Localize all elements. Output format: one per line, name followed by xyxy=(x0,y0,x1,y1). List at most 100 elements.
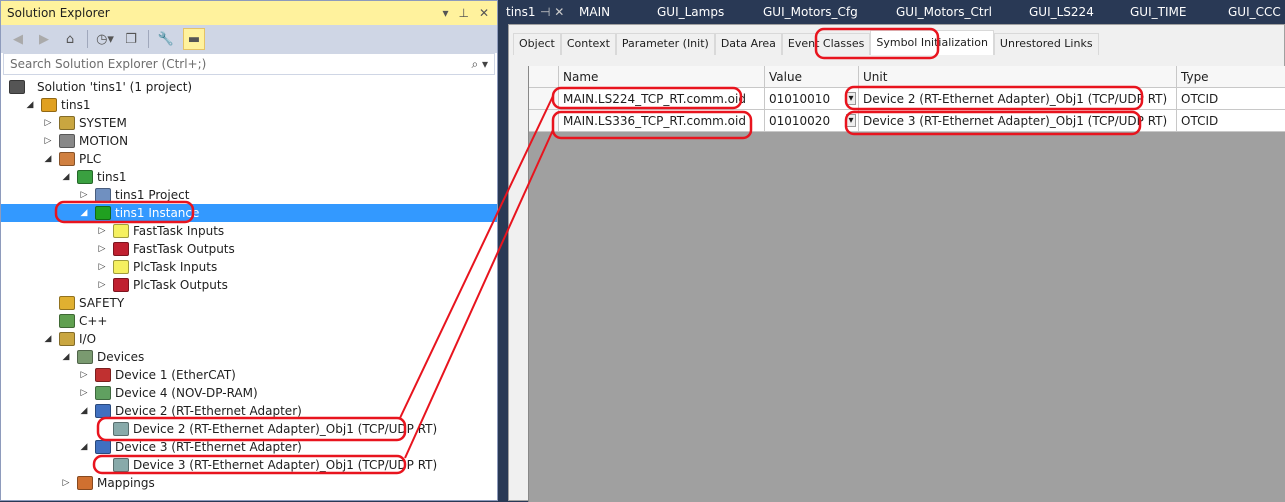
preview-icon[interactable]: ▬ xyxy=(183,28,205,50)
property-tab[interactable]: Symbol Initialization xyxy=(870,30,994,55)
collapse-all-icon[interactable]: ❐ xyxy=(122,30,140,48)
tree-item[interactable]: ▷ Mappings xyxy=(1,474,497,492)
unit-dropdown-icon[interactable]: ▾ xyxy=(846,92,856,105)
tree-item[interactable]: ◢ tins1 xyxy=(1,96,497,114)
tree-item[interactable]: Solution 'tins1' (1 project) xyxy=(1,78,497,96)
tree-item[interactable]: ▷ Device 1 (EtherCAT) xyxy=(1,366,497,384)
document-tab[interactable]: GUI_Lamps xyxy=(657,5,724,19)
tree-item[interactable]: ▷ SYSTEM xyxy=(1,114,497,132)
tree-item-label: Devices xyxy=(97,350,145,364)
unit-dropdown-icon[interactable]: ▾ xyxy=(846,114,856,127)
tree-item[interactable]: ▷ PlcTask Inputs xyxy=(1,258,497,276)
collapsed-arrow-icon[interactable]: ▷ xyxy=(97,244,107,254)
motion-icon xyxy=(59,134,75,148)
tree-item[interactable]: ◢ tins1 xyxy=(1,168,497,186)
plc-project-icon xyxy=(77,170,93,184)
expanded-arrow-icon[interactable]: ◢ xyxy=(43,334,53,344)
tree-item-label: SYSTEM xyxy=(79,116,127,130)
back-icon[interactable]: ◀ xyxy=(9,30,27,48)
document-tab[interactable]: GUI_Motors_Cfg xyxy=(763,5,858,19)
expanded-arrow-icon[interactable]: ◢ xyxy=(79,208,89,218)
search-icon[interactable]: ⌕ ▾ xyxy=(471,57,488,72)
project-icon xyxy=(41,98,57,112)
tree-item-label: Device 3 (RT-Ethernet Adapter)_Obj1 (TCP… xyxy=(133,458,438,472)
pin-icon[interactable]: ⊥ xyxy=(458,6,468,20)
home-icon[interactable]: ⌂ xyxy=(61,30,79,48)
row-header xyxy=(529,66,559,88)
tree-item[interactable]: ◢ tins1 Instance xyxy=(1,204,497,222)
pin-close-icon[interactable]: ⊣ ✕ xyxy=(540,5,564,19)
instance-icon xyxy=(95,206,111,220)
grid-row[interactable]: MAIN.LS336_TCP_RT.comm.oid 01010020 Device… xyxy=(529,110,1285,132)
property-tab[interactable]: Unrestored Links xyxy=(993,33,1099,55)
panel-title: Solution Explorer xyxy=(7,6,110,20)
document-tab[interactable]: GUI_LS224 xyxy=(1029,5,1094,19)
unit-cell[interactable]: Device 3 (RT-Ethernet Adapter)_Obj1 (TCP… xyxy=(859,110,1177,132)
tree-item[interactable]: ▷ tins1 Project xyxy=(1,186,497,204)
collapsed-arrow-icon[interactable]: ▷ xyxy=(79,370,89,380)
devices-icon xyxy=(77,350,93,364)
tree-item[interactable]: ▷ FastTask Inputs xyxy=(1,222,497,240)
document-tab[interactable]: MAIN xyxy=(579,5,610,19)
document-tab[interactable]: GUI_Motors_Ctrl xyxy=(896,5,992,19)
collapsed-arrow-icon[interactable]: ▷ xyxy=(79,388,89,398)
tree-item-label: C++ xyxy=(79,314,108,328)
tree-item-label: I/O xyxy=(79,332,97,346)
property-tab[interactable]: Context xyxy=(560,33,616,55)
type-cell[interactable]: OTCID xyxy=(1177,110,1285,132)
tree-item[interactable]: ◢ I/O xyxy=(1,330,497,348)
expanded-arrow-icon[interactable]: ◢ xyxy=(25,100,35,110)
property-tab[interactable]: Object xyxy=(513,33,561,55)
collapsed-arrow-icon[interactable]: ▷ xyxy=(43,136,53,146)
expanded-arrow-icon[interactable]: ◢ xyxy=(79,406,89,416)
name-cell[interactable]: MAIN.LS224_TCP_RT.comm.oid xyxy=(559,88,765,110)
forward-icon[interactable]: ▶ xyxy=(35,30,53,48)
document-tab[interactable]: GUI_CCC xyxy=(1228,5,1281,19)
grid-row[interactable]: MAIN.LS224_TCP_RT.comm.oid 01010010 Device… xyxy=(529,88,1285,110)
property-tab[interactable]: Parameter (Init) xyxy=(615,33,715,55)
tree-item[interactable]: ◢ Device 3 (RT-Ethernet Adapter) xyxy=(1,438,497,456)
document-tab[interactable]: tins1 xyxy=(506,5,536,19)
properties-icon[interactable]: 🔧 xyxy=(157,30,175,48)
tree-item[interactable]: ◢ Devices xyxy=(1,348,497,366)
collapsed-arrow-icon[interactable]: ▷ xyxy=(61,478,71,488)
tree-item[interactable]: ▷ MOTION xyxy=(1,132,497,150)
collapsed-arrow-icon[interactable]: ▷ xyxy=(79,190,89,200)
outputs-icon xyxy=(113,242,129,256)
expanded-arrow-icon[interactable]: ◢ xyxy=(43,154,53,164)
tree-item[interactable]: ◢ Device 2 (RT-Ethernet Adapter) xyxy=(1,402,497,420)
property-tab[interactable]: Event Classes xyxy=(781,33,871,55)
dropdown-icon[interactable]: ▾ xyxy=(442,6,448,20)
tree-item[interactable]: ▷ Device 4 (NOV-DP-RAM) xyxy=(1,384,497,402)
collapsed-arrow-icon[interactable]: ▷ xyxy=(97,262,107,272)
collapsed-arrow-icon[interactable]: ▷ xyxy=(43,118,53,128)
type-cell[interactable]: OTCID xyxy=(1177,88,1285,110)
property-tab[interactable]: Data Area xyxy=(714,33,782,55)
toolbar: ◀ ▶ ⌂ ◷▾ ❐ 🔧 ▬ xyxy=(1,25,497,53)
expanded-arrow-icon[interactable]: ◢ xyxy=(79,442,89,452)
expanded-arrow-icon[interactable]: ◢ xyxy=(61,172,71,182)
value-cell[interactable]: 01010020 xyxy=(765,110,859,132)
tree-item[interactable]: SAFETY xyxy=(1,294,497,312)
tree-item[interactable]: Device 2 (RT-Ethernet Adapter)_Obj1 (TCP… xyxy=(1,420,497,438)
tree-item[interactable]: C++ xyxy=(1,312,497,330)
value-cell[interactable]: 01010010 xyxy=(765,88,859,110)
search-input[interactable]: Search Solution Explorer (Ctrl+;) ⌕ ▾ xyxy=(3,53,495,75)
tree-item[interactable]: ◢ PLC xyxy=(1,150,497,168)
tree-item[interactable]: ▷ PlcTask Outputs xyxy=(1,276,497,294)
close-icon[interactable]: ✕ xyxy=(479,6,489,20)
safety-icon xyxy=(59,296,75,310)
unit-cell[interactable]: Device 2 (RT-Ethernet Adapter)_Obj1 (TCP… xyxy=(859,88,1177,110)
collapsed-arrow-icon[interactable]: ▷ xyxy=(97,280,107,290)
tree-item[interactable]: Device 3 (RT-Ethernet Adapter)_Obj1 (TCP… xyxy=(1,456,497,474)
outputs-icon xyxy=(113,278,129,292)
name-cell[interactable]: MAIN.LS336_TCP_RT.comm.oid xyxy=(559,110,765,132)
collapsed-arrow-icon[interactable]: ▷ xyxy=(97,226,107,236)
search-placeholder: Search Solution Explorer (Ctrl+;) xyxy=(10,57,207,71)
tree-item-label: FastTask Inputs xyxy=(133,224,225,238)
expanded-arrow-icon[interactable]: ◢ xyxy=(61,352,71,362)
inputs-icon xyxy=(113,224,129,238)
history-icon[interactable]: ◷▾ xyxy=(96,30,114,48)
tree-item[interactable]: ▷ FastTask Outputs xyxy=(1,240,497,258)
document-tab[interactable]: GUI_TIME xyxy=(1130,5,1186,19)
